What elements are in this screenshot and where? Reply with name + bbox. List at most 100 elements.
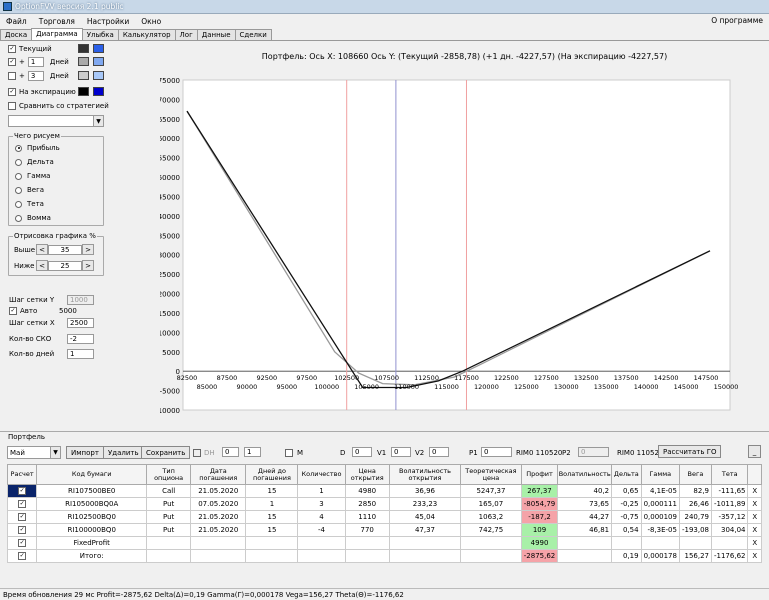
tab-calculator[interactable]: Калькулятор: [117, 29, 176, 40]
days-1-color-2[interactable]: [93, 57, 104, 66]
menu-file[interactable]: Файл: [0, 17, 33, 26]
col-vol-open[interactable]: Волатильность открытия: [388, 464, 462, 485]
col-theo[interactable]: Теоретическая цена: [460, 464, 522, 485]
d-input[interactable]: 0: [352, 447, 372, 457]
tab-diagram[interactable]: Диаграмма: [31, 28, 83, 40]
days-2-input[interactable]: 3: [27, 71, 44, 81]
cell-x[interactable]: X: [747, 523, 762, 537]
gamma-radio[interactable]: [15, 172, 22, 180]
cell-x[interactable]: X: [747, 497, 762, 511]
col-type[interactable]: Тип опциона: [146, 464, 192, 485]
col-vol[interactable]: Волатильность: [557, 464, 613, 485]
row-calc-cell[interactable]: ✓: [6, 510, 38, 524]
grid-y-input[interactable]: 1000: [67, 295, 94, 305]
below-input[interactable]: 25: [48, 260, 82, 271]
cell-x[interactable]: X: [747, 549, 762, 563]
above-decrease-button[interactable]: <: [36, 244, 48, 255]
table-row[interactable]: ✓ RI100000BQ0 Put 21.05.2020 15 -4 770 47,37 742…: [6, 523, 762, 537]
what-item-delta[interactable]: Дельта: [15, 158, 54, 166]
col-vega[interactable]: Вега: [678, 464, 713, 485]
menu-settings[interactable]: Настройки: [81, 17, 135, 26]
menu-trading[interactable]: Торговля: [33, 17, 81, 26]
menu-window[interactable]: Окно: [135, 17, 167, 26]
tab-smile[interactable]: Улыбка: [81, 29, 119, 40]
what-item-vega[interactable]: Вега: [15, 186, 44, 194]
table-row[interactable]: ✓ FixedProfit 4990 X: [6, 536, 762, 550]
row-calc-cell[interactable]: ✓: [6, 549, 38, 563]
row-calc-cell[interactable]: ✓: [6, 497, 38, 511]
what-item-vomma[interactable]: Вомма: [15, 214, 51, 222]
days-1-color-1[interactable]: [78, 57, 89, 66]
current-color-1[interactable]: [78, 44, 89, 53]
row-calc-checkbox[interactable]: ✓: [18, 552, 27, 560]
cell-x[interactable]: X: [747, 484, 762, 498]
col-profit[interactable]: Профит: [520, 464, 559, 485]
strategy-select[interactable]: ▼: [8, 115, 104, 127]
what-item-gamma[interactable]: Гамма: [15, 172, 50, 180]
col-qty[interactable]: Количество: [297, 464, 346, 485]
v1-input[interactable]: 0: [391, 447, 411, 457]
below-decrease-button[interactable]: <: [36, 260, 48, 271]
what-item-theta[interactable]: Тета: [15, 200, 44, 208]
row-calc-checkbox[interactable]: ✓: [18, 500, 27, 508]
vomma-radio[interactable]: [15, 214, 22, 222]
auto-checkbox[interactable]: ✓: [9, 307, 17, 315]
tab-data[interactable]: Данные: [196, 29, 236, 40]
p1-input[interactable]: 0: [481, 447, 512, 457]
col-price[interactable]: Цена открытия: [344, 464, 390, 485]
tab-log[interactable]: Лог: [174, 29, 198, 40]
col-calc[interactable]: Расчет: [6, 464, 38, 485]
v2-input[interactable]: 0: [429, 447, 449, 457]
grid-x-input[interactable]: 2500: [67, 318, 94, 328]
vega-radio[interactable]: [15, 186, 22, 194]
month-select[interactable]: Май ▼: [7, 446, 61, 459]
dh-checkbox[interactable]: [193, 449, 201, 457]
row-calc-checkbox[interactable]: ✓: [18, 487, 27, 495]
above-increase-button[interactable]: >: [82, 244, 94, 255]
row-calc-checkbox[interactable]: ✓: [18, 513, 27, 521]
table-row[interactable]: ✓ RI107500BE0 Call 21.05.2020 15 1 4980 36,96 52…: [6, 484, 762, 498]
tab-trades[interactable]: Сделки: [234, 29, 272, 40]
row-calc-checkbox[interactable]: ✓: [18, 526, 27, 534]
menu-about[interactable]: О программе: [711, 16, 763, 25]
profit-radio[interactable]: [15, 144, 22, 152]
above-input[interactable]: 35: [48, 244, 82, 255]
delta-radio[interactable]: [15, 158, 22, 166]
cell-x[interactable]: X: [747, 510, 762, 524]
delete-button[interactable]: Удалить: [103, 446, 144, 459]
expiry-color-2[interactable]: [93, 87, 104, 96]
days-1-input[interactable]: 1: [27, 57, 44, 67]
days-1-checkbox[interactable]: ✓: [8, 58, 16, 66]
import-button[interactable]: Импорт: [66, 446, 104, 459]
days-2-checkbox[interactable]: [8, 72, 16, 80]
expiry-checkbox[interactable]: ✓: [8, 88, 16, 96]
dh-input-2[interactable]: 1: [244, 447, 261, 457]
calculate-go-button[interactable]: Рассчитать ГО: [658, 445, 722, 458]
days-2-color-1[interactable]: [78, 71, 89, 80]
row-calc-cell[interactable]: ✓: [6, 484, 38, 498]
col-days[interactable]: Дней до погашения: [245, 464, 299, 485]
compare-checkbox[interactable]: [8, 102, 16, 110]
m-checkbox[interactable]: [285, 449, 293, 457]
col-date[interactable]: Дата погашения: [190, 464, 247, 485]
cell-x[interactable]: X: [747, 536, 762, 550]
days-2-color-2[interactable]: [93, 71, 104, 80]
dh-input-1[interactable]: 0: [222, 447, 239, 457]
theta-radio[interactable]: [15, 200, 22, 208]
row-calc-cell[interactable]: ✓: [6, 536, 38, 550]
current-color-2[interactable]: [93, 44, 104, 53]
below-increase-button[interactable]: >: [82, 260, 94, 271]
days-count-input[interactable]: 1: [67, 349, 94, 359]
row-calc-checkbox[interactable]: ✓: [18, 539, 27, 547]
col-gamma[interactable]: Гамма: [640, 464, 680, 485]
minimize-button[interactable]: _: [748, 445, 761, 458]
expiry-color-1[interactable]: [78, 87, 89, 96]
what-item-profit[interactable]: Прибыль: [15, 144, 60, 152]
save-button[interactable]: Сохранить: [141, 446, 191, 459]
p2-input[interactable]: 0: [578, 447, 609, 457]
row-calc-cell[interactable]: ✓: [6, 523, 38, 537]
col-code[interactable]: Код бумаги: [36, 464, 148, 485]
sko-input[interactable]: -2: [67, 334, 94, 344]
table-row[interactable]: ✓ Итого: -2875,62 0,19 0,000178 156,27 -1176,6…: [6, 549, 762, 563]
current-checkbox[interactable]: ✓: [8, 45, 16, 53]
